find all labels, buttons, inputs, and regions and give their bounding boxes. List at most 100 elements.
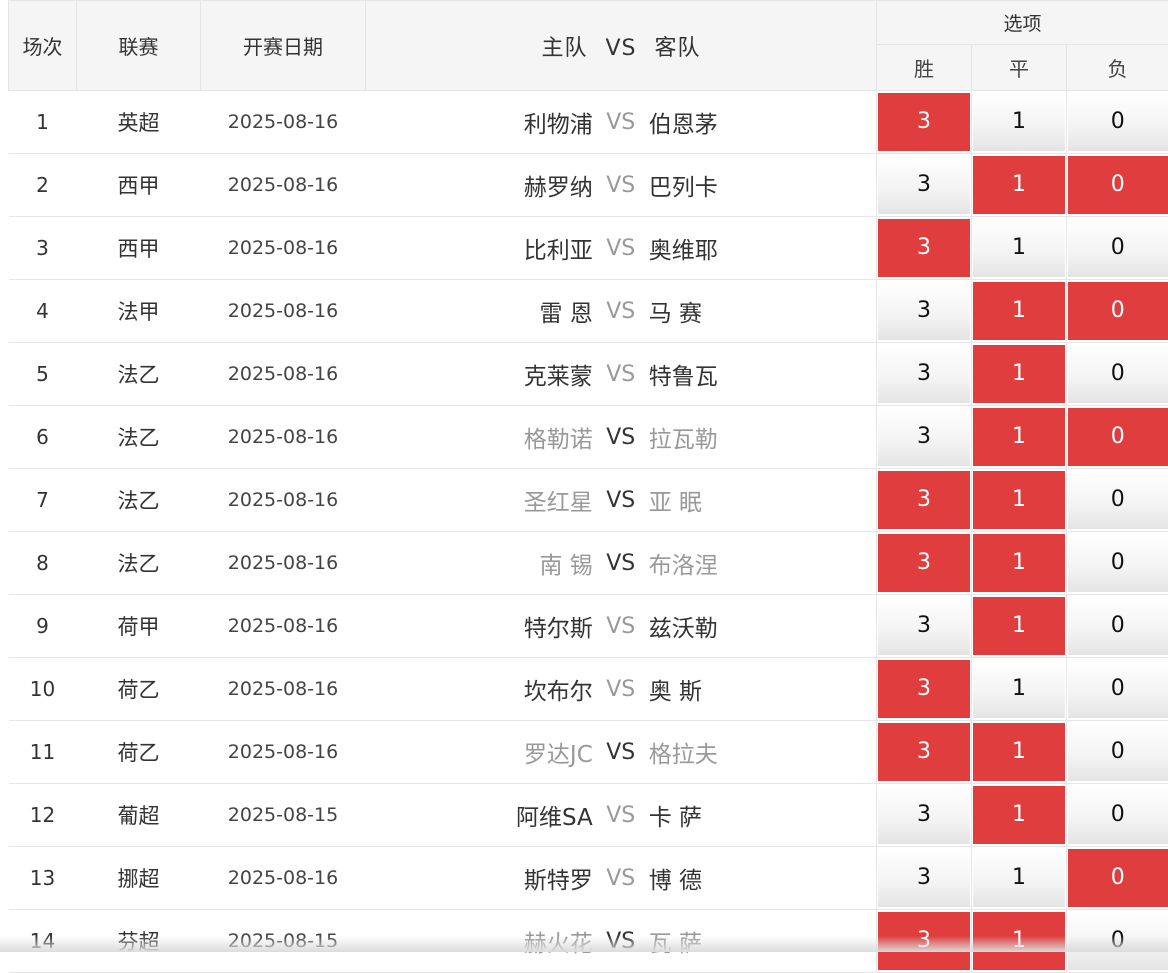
option-draw-button[interactable]: 1: [973, 597, 1065, 655]
option-cell-lose: 0: [1067, 847, 1168, 910]
option-win-button[interactable]: 3: [878, 219, 970, 277]
match-date: 2025-08-16: [201, 469, 366, 532]
option-draw-button[interactable]: 1: [973, 282, 1065, 340]
option-cell-draw: 1: [972, 343, 1067, 406]
option-win-button[interactable]: 3: [878, 282, 970, 340]
table-row: 7法乙2025-08-16圣红星VS亚 眠310: [9, 469, 1168, 532]
option-win-button[interactable]: 3: [878, 93, 970, 151]
table-row: 13挪超2025-08-16斯特罗VS博 德310: [9, 847, 1168, 910]
match-date: 2025-08-16: [201, 847, 366, 910]
header-away: 客队: [655, 36, 701, 61]
option-draw-button[interactable]: 1: [973, 408, 1065, 466]
match-seq: 5: [9, 343, 77, 406]
match-date: 2025-08-15: [201, 784, 366, 847]
matchup-cell: 阿维SAVS卡 萨: [366, 784, 877, 847]
option-draw-button[interactable]: 1: [973, 660, 1065, 718]
option-draw-button[interactable]: 1: [973, 786, 1065, 844]
match-seq: 12: [9, 784, 77, 847]
matchup-cell: 圣红星VS亚 眠: [366, 469, 877, 532]
option-lose-button[interactable]: 0: [1068, 156, 1168, 214]
option-cell-win: 3: [877, 343, 972, 406]
match-seq: 3: [9, 217, 77, 280]
option-lose-button[interactable]: 0: [1068, 282, 1168, 340]
away-team: 特鲁瓦: [649, 357, 875, 391]
table-row: 8法乙2025-08-16南 锡VS布洛涅310: [9, 532, 1168, 595]
option-cell-draw: 1: [972, 406, 1067, 469]
option-cell-win: 3: [877, 469, 972, 532]
match-league: 法乙: [77, 343, 201, 406]
option-draw-button[interactable]: 1: [973, 723, 1065, 781]
option-win-button[interactable]: 3: [878, 156, 970, 214]
option-win-button[interactable]: 3: [878, 849, 970, 907]
option-lose-button[interactable]: 0: [1068, 471, 1168, 529]
option-cell-win: 3: [877, 532, 972, 595]
vs-label: VS: [593, 677, 649, 702]
matchup-cell: 利物浦VS伯恩茅: [366, 91, 877, 154]
match-date: 2025-08-16: [201, 406, 366, 469]
option-cell-lose: 0: [1067, 406, 1168, 469]
vs-label: VS: [593, 803, 649, 828]
matchup-cell: 南 锡VS布洛涅: [366, 532, 877, 595]
option-lose-button[interactable]: 0: [1068, 219, 1168, 277]
home-team: 斯特罗: [367, 861, 593, 895]
option-lose-button[interactable]: 0: [1068, 345, 1168, 403]
match-date: 2025-08-16: [201, 343, 366, 406]
matchup: 格勒诺VS拉瓦勒: [366, 420, 877, 454]
match-seq: 10: [9, 658, 77, 721]
option-lose-button[interactable]: 0: [1068, 597, 1168, 655]
header-options: 选项: [877, 1, 1168, 45]
option-cell-lose: 0: [1067, 595, 1168, 658]
option-lose-button[interactable]: 0: [1068, 786, 1168, 844]
option-win-button[interactable]: 3: [878, 597, 970, 655]
option-cell-lose: 0: [1067, 154, 1168, 217]
option-cell-lose: 0: [1067, 217, 1168, 280]
option-win-button[interactable]: 3: [878, 345, 970, 403]
option-cell-lose: 0: [1067, 721, 1168, 784]
away-team: 兹沃勒: [649, 609, 875, 643]
option-win-button[interactable]: 3: [878, 534, 970, 592]
away-team: 亚 眠: [649, 483, 875, 517]
vs-label: VS: [593, 551, 649, 576]
home-team: 克莱蒙: [367, 357, 593, 391]
table-row: 3西甲2025-08-16比利亚VS奥维耶310: [9, 217, 1168, 280]
match-league: 法乙: [77, 532, 201, 595]
option-draw-button[interactable]: 1: [973, 849, 1065, 907]
option-draw-button[interactable]: 1: [973, 534, 1065, 592]
option-win-button[interactable]: 3: [878, 471, 970, 529]
option-lose-button[interactable]: 0: [1068, 93, 1168, 151]
vs-label: VS: [593, 362, 649, 387]
option-cell-draw: 1: [972, 154, 1067, 217]
match-date: 2025-08-16: [201, 595, 366, 658]
vs-label: VS: [593, 488, 649, 513]
matchup-cell: 格勒诺VS拉瓦勒: [366, 406, 877, 469]
option-draw-button[interactable]: 1: [973, 471, 1065, 529]
option-lose-button[interactable]: 0: [1068, 408, 1168, 466]
matchup: 坎布尔VS奥 斯: [366, 672, 877, 706]
option-draw-button[interactable]: 1: [973, 156, 1065, 214]
header-matchup: 主队 VS 客队: [366, 1, 877, 91]
home-team: 赫罗纳: [367, 168, 593, 202]
header-draw: 平: [972, 45, 1067, 91]
home-team: 圣红星: [367, 483, 593, 517]
option-win-button[interactable]: 3: [878, 408, 970, 466]
table-row: 2西甲2025-08-16赫罗纳VS巴列卡310: [9, 154, 1168, 217]
vs-label: VS: [593, 173, 649, 198]
option-lose-button[interactable]: 0: [1068, 723, 1168, 781]
option-win-button[interactable]: 3: [878, 660, 970, 718]
home-team: 比利亚: [367, 231, 593, 265]
option-draw-button[interactable]: 1: [973, 219, 1065, 277]
matchup: 特尔斯VS兹沃勒: [366, 609, 877, 643]
option-draw-button[interactable]: 1: [973, 345, 1065, 403]
away-team: 奥 斯: [649, 672, 875, 706]
option-lose-button[interactable]: 0: [1068, 660, 1168, 718]
option-lose-button[interactable]: 0: [1068, 849, 1168, 907]
option-cell-win: 3: [877, 154, 972, 217]
option-cell-draw: 1: [972, 91, 1067, 154]
option-cell-draw: 1: [972, 658, 1067, 721]
option-lose-button[interactable]: 0: [1068, 534, 1168, 592]
option-draw-button[interactable]: 1: [973, 93, 1065, 151]
table-body: 1英超2025-08-16利物浦VS伯恩茅3102西甲2025-08-16赫罗纳…: [9, 91, 1168, 973]
option-win-button[interactable]: 3: [878, 786, 970, 844]
match-league: 荷甲: [77, 595, 201, 658]
option-win-button[interactable]: 3: [878, 723, 970, 781]
